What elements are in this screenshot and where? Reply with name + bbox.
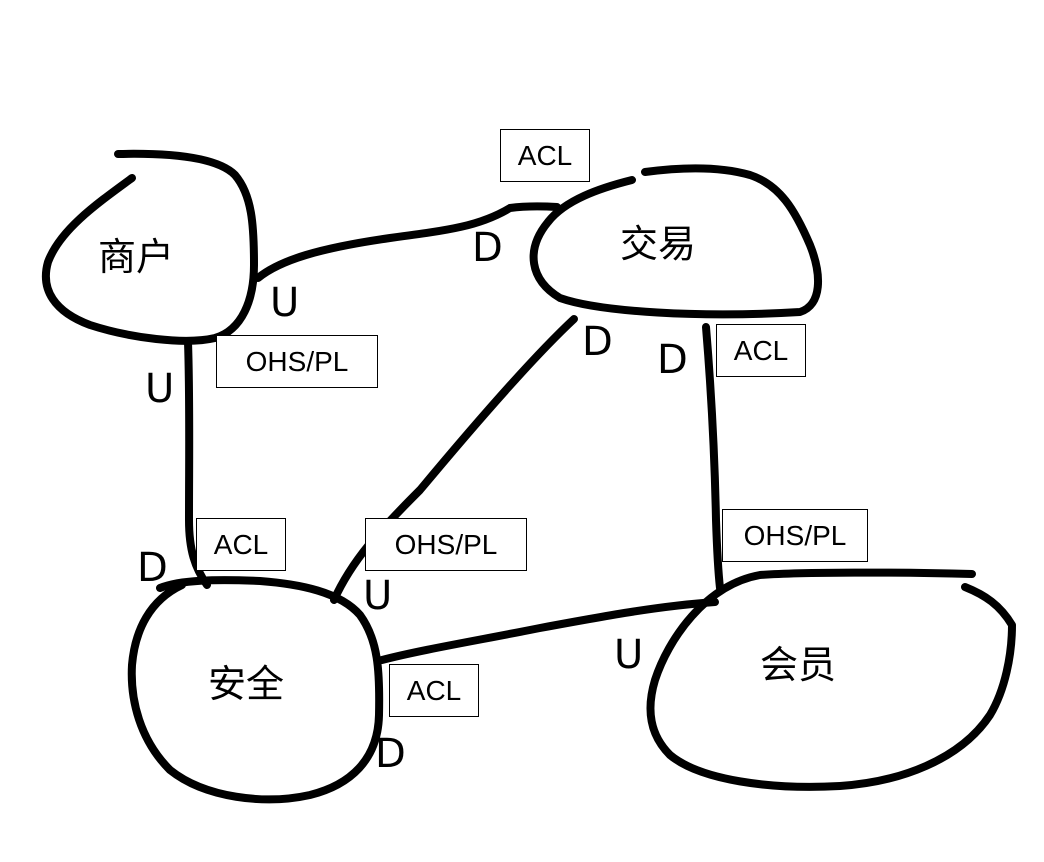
trade-member-ohs-pl-box: OHS/PL [722,509,868,562]
trade-security-upstream-letter: U [363,573,393,619]
trade-member-acl-box: ACL [716,324,806,377]
trade-member-downstream-letter: D [657,337,688,383]
merchant-trade-downstream-letter: D [472,225,503,271]
merchant-security-downstream-letter: D [137,545,168,591]
merchant-context-label: 商户 [98,235,175,279]
security-member-upstream-letter: U [614,632,644,678]
merchant-security-ohs-pl-box: OHS/PL [216,335,378,388]
security-member-downstream-letter: D [375,731,406,777]
context-map-diagram: 商户 交易 安全 会员 ACL D U OHS/PL U ACL D D OHS… [0,0,1044,862]
merchant-trade-upstream-letter: U [270,280,300,326]
trade-security-ohs-pl-box: OHS/PL [365,518,527,571]
merchant-trade-connector [254,202,561,282]
security-context-label: 安全 [208,662,285,706]
merchant-trade-acl-box: ACL [500,129,590,182]
member-context-label: 会员 [760,643,837,687]
merchant-security-upstream-letter: U [145,366,175,412]
trade-security-downstream-letter: D [582,319,613,365]
merchant-security-acl-box: ACL [196,518,286,571]
security-member-acl-box: ACL [389,664,479,717]
trade-context-label: 交易 [620,222,697,266]
